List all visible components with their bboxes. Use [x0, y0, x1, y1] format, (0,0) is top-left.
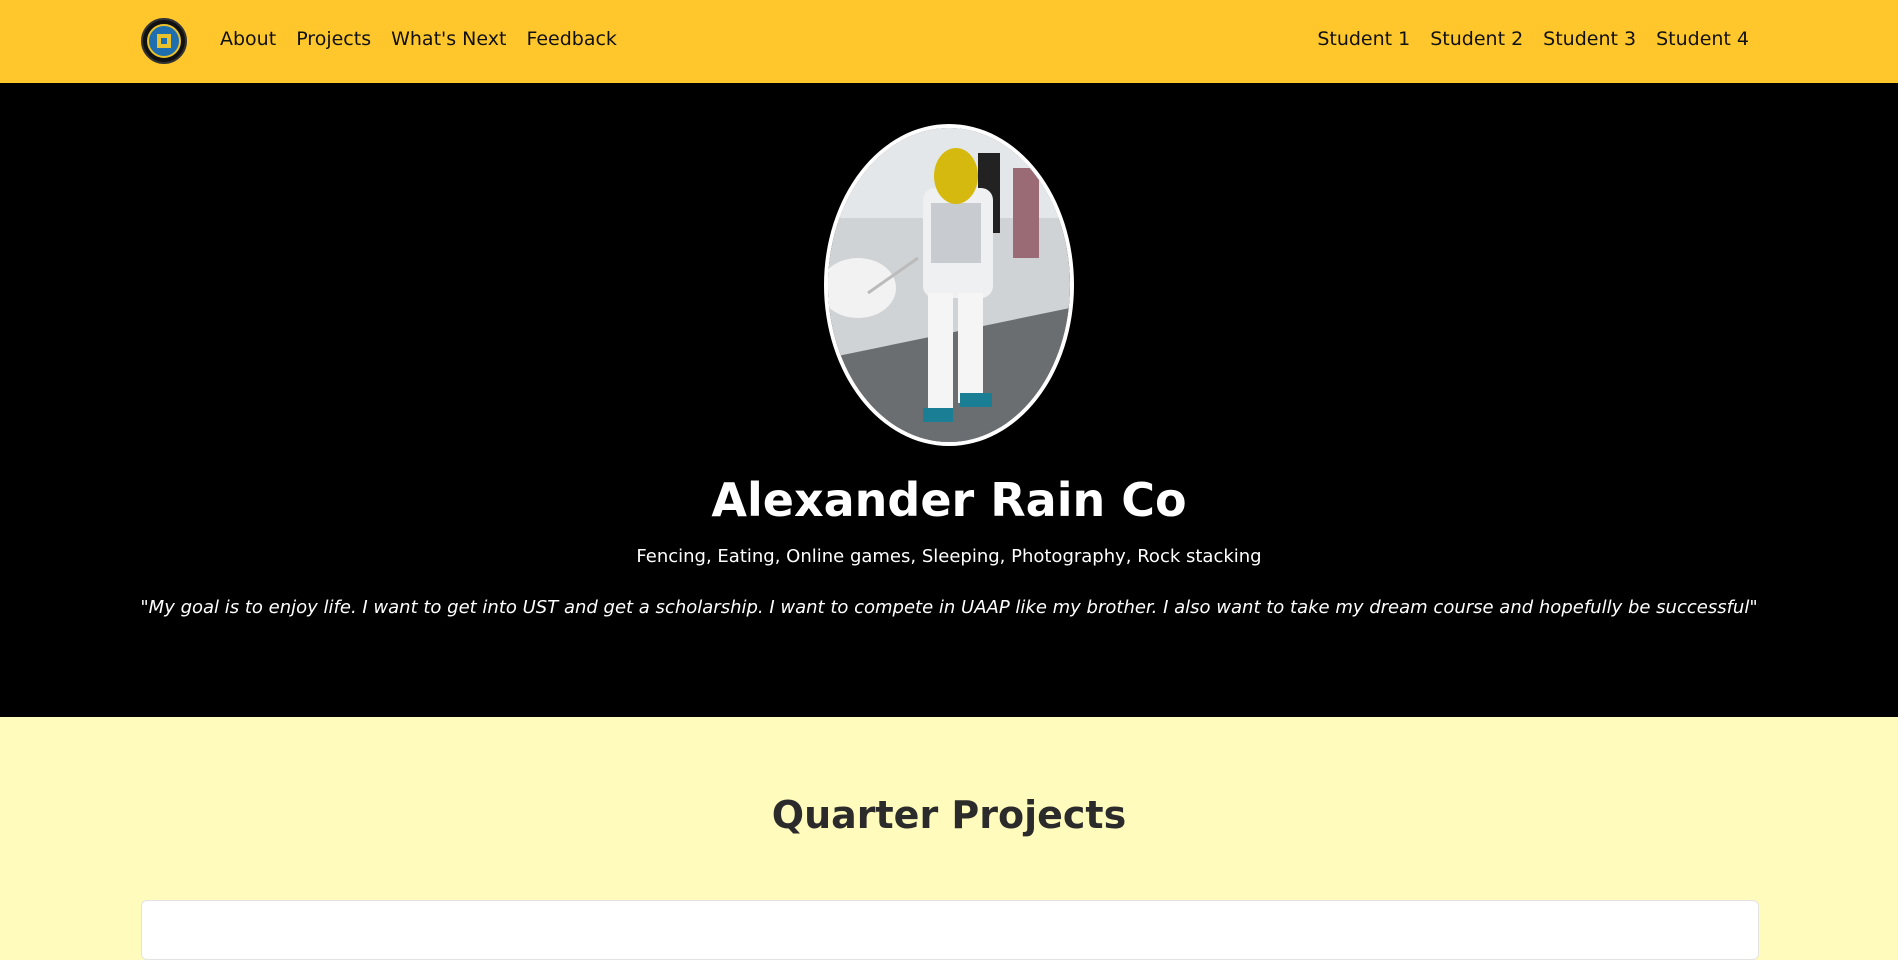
school-seal-icon[interactable]: [141, 18, 187, 64]
top-navbar: About Projects What's Next Feedback Stud…: [0, 0, 1898, 83]
nav-link-student-4[interactable]: Student 4: [1656, 28, 1749, 50]
student-hobbies: Fencing, Eating, Online games, Sleeping,…: [636, 546, 1262, 567]
nav-link-student-3[interactable]: Student 3: [1543, 28, 1636, 50]
student-name: Alexander Rain Co: [711, 473, 1187, 527]
nav-link-student-1[interactable]: Student 1: [1317, 28, 1410, 50]
nav-link-feedback[interactable]: Feedback: [526, 28, 616, 50]
nav-link-projects[interactable]: Projects: [296, 28, 371, 50]
nav-primary-links: About Projects What's Next Feedback: [220, 28, 617, 50]
student-quote: "My goal is to enjoy life. I want to get…: [140, 597, 1758, 618]
projects-section-title: Quarter Projects: [771, 793, 1127, 837]
profile-photo: [824, 124, 1074, 446]
nav-link-student-2[interactable]: Student 2: [1430, 28, 1523, 50]
nav-link-whats-next[interactable]: What's Next: [391, 28, 506, 50]
nav-student-links: Student 1 Student 2 Student 3 Student 4: [1317, 28, 1749, 50]
project-card: [141, 900, 1759, 960]
nav-link-about[interactable]: About: [220, 28, 276, 50]
